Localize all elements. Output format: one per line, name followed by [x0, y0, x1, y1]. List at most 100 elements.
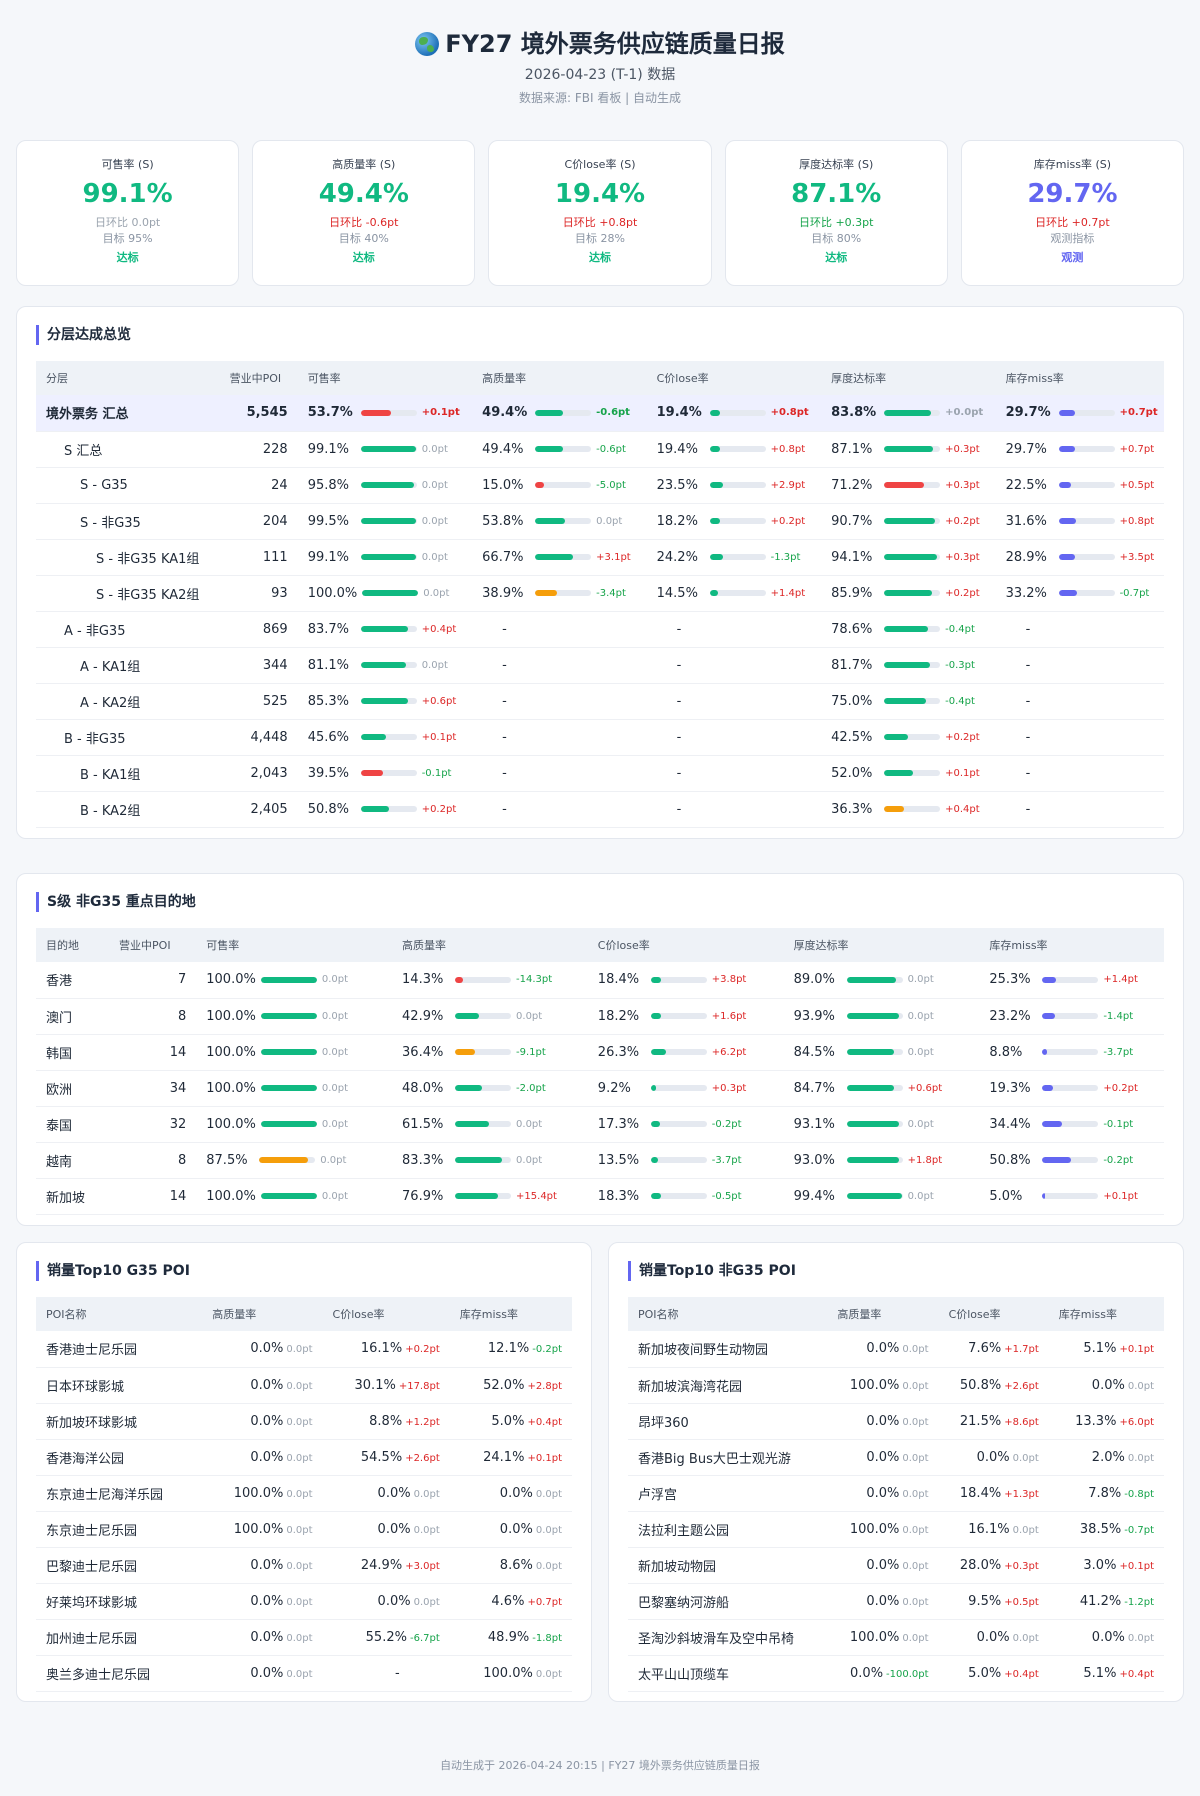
- metric-column: 14.3% -14.3pt: [392, 962, 588, 999]
- metric-value: 90.7%: [831, 513, 873, 529]
- poi-count: 344: [219, 647, 298, 684]
- metric-bar-fill: [884, 734, 908, 740]
- metric-cell: 85.9% +0.2pt: [831, 586, 985, 601]
- metric-bar: [260, 976, 317, 983]
- metric-delta: -3.7pt: [1103, 1046, 1134, 1058]
- metric-delta: -0.6pt: [596, 407, 630, 419]
- metric-column: 9.5% +0.5pt: [938, 1583, 1049, 1620]
- metric-column: 48.9% -1.8pt: [449, 1619, 572, 1656]
- metric-value: 83.8%: [831, 405, 877, 421]
- metric-value: 99.1%: [307, 441, 349, 457]
- metric-delta: 0.0pt: [902, 1452, 929, 1464]
- metric-value: 24.9%: [360, 1557, 403, 1573]
- metric-delta: +1.6pt: [711, 1010, 747, 1022]
- metric-bar-fill: [1042, 1121, 1062, 1127]
- metric-cell: 94.1% +0.3pt: [831, 550, 985, 565]
- metric-delta: +0.7pt: [1119, 407, 1158, 419]
- metric-column: 23.5% +2.9pt: [646, 467, 822, 504]
- metric-cell: 36.4% -9.1pt: [402, 1045, 578, 1060]
- destination-name: 新加坡: [36, 1178, 110, 1215]
- metric-value: 18.3%: [597, 1188, 640, 1204]
- table-row: 香港海洋公园 0.0% 0.0pt 54.5% +2.6pt 24.1% +0.1pt: [36, 1439, 572, 1476]
- metric-bar: [1058, 482, 1115, 488]
- metric-value: 100.0%: [849, 1629, 900, 1645]
- metric-value: 5.1%: [1083, 1665, 1117, 1681]
- metric-column: 100.0% 0.0pt: [196, 1034, 393, 1071]
- metric-value: 18.4%: [597, 972, 640, 988]
- metric-value: 29.7%: [1005, 405, 1051, 421]
- metric-bar: [360, 482, 417, 488]
- metric-cell: 81.7% -0.3pt: [831, 658, 985, 673]
- metric-column: 39.5% -0.1pt: [297, 755, 473, 792]
- metric-value: 100.0%: [233, 1521, 284, 1537]
- metric-delta: +0.2pt: [770, 515, 806, 527]
- metric-bar-fill: [1058, 409, 1076, 416]
- metric-column: 85.9% +0.2pt: [821, 575, 996, 612]
- metric-column: 99.4% 0.0pt: [783, 1178, 980, 1215]
- metric-cell: 18.4% +3.8pt: [598, 972, 774, 987]
- metric-delta: 0.0pt: [907, 974, 934, 986]
- poi-name: 加州迪士尼乐园: [36, 1619, 203, 1656]
- metric-cell: 31.6% +0.8pt: [1006, 514, 1155, 529]
- metric-column: 0.0% 0.0pt: [827, 1475, 939, 1512]
- metric-bar: [1042, 1121, 1099, 1127]
- report-date: 2026-04-23 (T-1) 数据: [524, 67, 676, 83]
- metric-column: 7.6% +1.7pt: [938, 1331, 1049, 1368]
- metric-value: 8.6%: [499, 1557, 533, 1573]
- metric-column: 100.0% 0.0pt: [202, 1511, 323, 1548]
- metric-delta: 0.0pt: [902, 1596, 929, 1608]
- metric-column: 31.6% +0.8pt: [995, 503, 1164, 540]
- metric-cell: 93.9% 0.0pt: [794, 1009, 970, 1024]
- metric-value: 28.0%: [959, 1557, 1002, 1573]
- metric-value: 85.9%: [831, 585, 873, 601]
- metric-delta: 0.0pt: [902, 1560, 929, 1572]
- tier-name: S - 非G35: [36, 503, 220, 540]
- metric-bar-fill: [360, 626, 408, 632]
- metric-delta: +0.4pt: [1004, 1668, 1039, 1680]
- metric-bar-fill: [1042, 1157, 1071, 1163]
- metric-value: 14.5%: [656, 585, 698, 601]
- metric-cell: 5.0% +0.1pt: [989, 1189, 1154, 1204]
- metric-bar-fill: [846, 1013, 900, 1019]
- metric-column: 50.8% +2.6pt: [938, 1367, 1049, 1404]
- table-row: A - 非G35 869 83.7% +0.4pt - - 78.6% -0.4pt -: [36, 611, 1164, 648]
- metric-delta: 0.0pt: [321, 1046, 349, 1058]
- metric-column: 24.9% +3.0pt: [322, 1547, 450, 1584]
- metric-value: 0.0%: [1091, 1377, 1125, 1393]
- empty-value: -: [502, 657, 507, 673]
- metric-column: 0.0% 0.0pt: [449, 1475, 572, 1512]
- metric-bar-fill: [1058, 518, 1077, 524]
- metric-delta: 0.0pt: [907, 1046, 934, 1058]
- metric-cell: 53.7% +0.1pt: [308, 405, 462, 420]
- metric-delta: 0.0pt: [902, 1416, 929, 1428]
- metric-column: 100.0% 0.0pt: [827, 1367, 939, 1404]
- table-row: 法拉利主题公园 100.0% 0.0pt 16.1% 0.0pt 38.5% -0.7pt: [628, 1511, 1164, 1548]
- metric-delta: +1.8pt: [907, 1154, 943, 1166]
- metric-bar: [884, 482, 941, 488]
- metric-column: 0.0% 0.0pt: [322, 1583, 450, 1620]
- metric-delta: +0.8pt: [770, 407, 809, 419]
- kpi-value: 87.1%: [791, 179, 882, 209]
- metric-delta: +0.1pt: [527, 1452, 562, 1464]
- summary-row: 境外票务 汇总 5,545 53.7% +0.1pt 49.4% -0.6pt 19.4% +…: [36, 395, 1164, 432]
- metric-column: 83.8% +0.0pt: [821, 395, 996, 432]
- metric-delta: -0.2pt: [711, 1118, 742, 1130]
- metric-value: 5.0%: [989, 1188, 1023, 1204]
- metric-cell: 78.6% -0.4pt: [831, 622, 985, 637]
- metric-bar-fill: [535, 482, 544, 488]
- metric-cell: 29.7% +0.7pt: [1005, 405, 1158, 421]
- metric-delta: 0.0pt: [516, 1154, 543, 1166]
- metric-bar-fill: [360, 662, 407, 668]
- poi-count: 8: [109, 998, 197, 1035]
- metric-delta: 0.0pt: [902, 1632, 929, 1644]
- metric-column: 9.2% +0.3pt: [587, 1070, 784, 1107]
- table-row: A - KA1组 344 81.1% 0.0pt - - 81.7% -0.3pt -: [36, 647, 1164, 684]
- metric-bar: [360, 409, 417, 416]
- metric-delta: +0.2pt: [945, 731, 980, 743]
- table-row: S - G35 24 95.8% 0.0pt 15.0% -5.0pt 23.5% +2.9p…: [36, 467, 1164, 504]
- metric-bar: [1058, 446, 1115, 452]
- metric-delta: 0.0pt: [320, 1154, 347, 1166]
- metric-delta: -0.1pt: [1103, 1118, 1134, 1130]
- metric-value: 0.0%: [976, 1449, 1010, 1465]
- metric-value: 93.0%: [793, 1152, 835, 1168]
